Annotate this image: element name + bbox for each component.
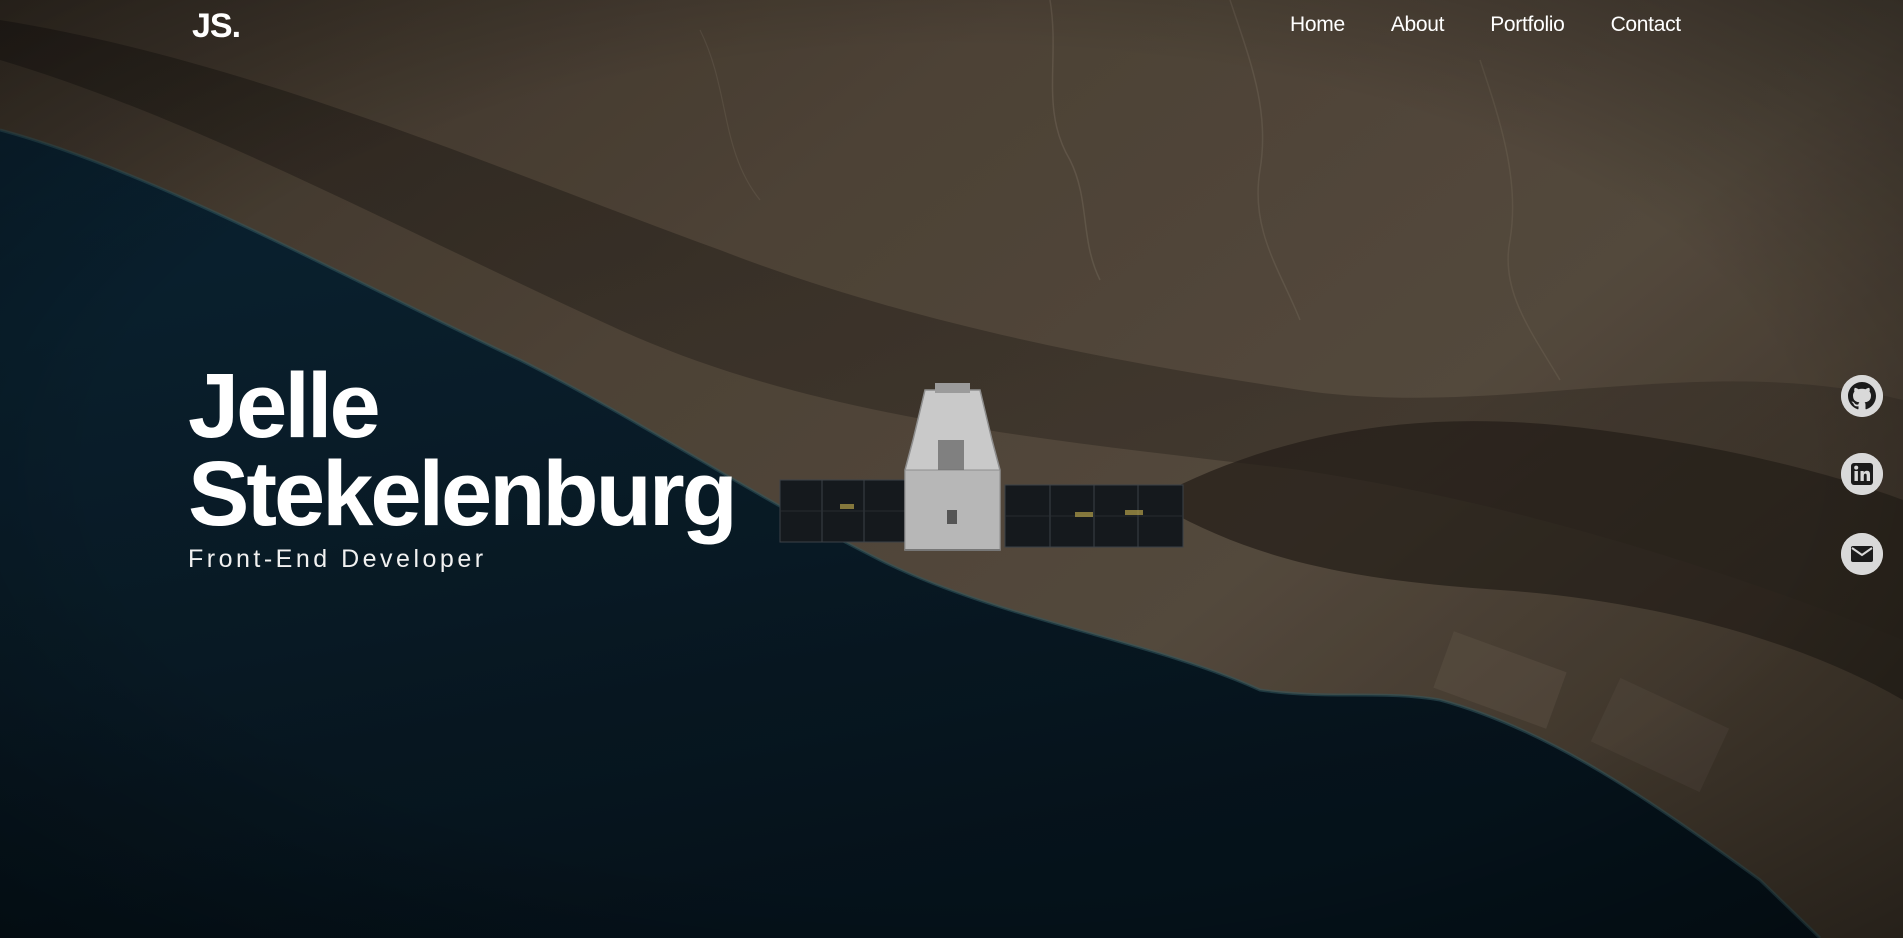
hero-first-name: Jelle bbox=[188, 355, 381, 457]
email-link[interactable] bbox=[1841, 533, 1883, 575]
linkedin-link[interactable] bbox=[1841, 453, 1883, 495]
nav-link-home[interactable]: Home bbox=[1290, 12, 1345, 38]
logo[interactable]: JS. bbox=[192, 6, 241, 46]
mail-icon bbox=[1841, 533, 1883, 575]
nav-links: Home About Portfolio Contact bbox=[1290, 12, 1681, 38]
hero-text: Jelle Stekelenburg Front-End Developer bbox=[188, 355, 738, 574]
nav-link-portfolio[interactable]: Portfolio bbox=[1490, 12, 1565, 38]
github-icon bbox=[1841, 375, 1883, 417]
hero-name: Jelle Stekelenburg bbox=[188, 355, 738, 545]
nav-link-about[interactable]: About bbox=[1391, 12, 1445, 38]
hero-section: JS. Home About Portfolio Contact Jelle S… bbox=[0, 0, 1903, 938]
navbar: JS. Home About Portfolio Contact bbox=[0, 0, 1903, 50]
hero-role: Front-End Developer bbox=[188, 545, 487, 573]
hero-last-name: Stekelenburg bbox=[188, 443, 738, 545]
nav-link-contact[interactable]: Contact bbox=[1611, 12, 1682, 38]
linkedin-icon bbox=[1841, 453, 1883, 495]
github-link[interactable] bbox=[1841, 375, 1883, 417]
